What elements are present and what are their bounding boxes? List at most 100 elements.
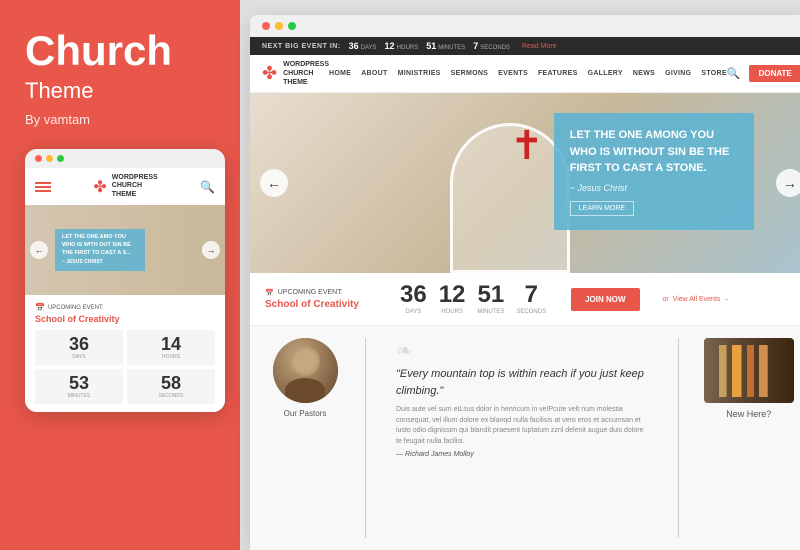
new-here-card: New Here? <box>699 338 799 538</box>
desktop-dot-green <box>288 22 296 30</box>
event-bar-minutes: 51 MINUTES <box>426 41 465 51</box>
quote-icon: ❧ <box>396 338 648 363</box>
pastor-photo-inner <box>273 338 338 403</box>
event-bar-seconds: 7 SECONDS <box>473 41 510 51</box>
nav-about[interactable]: ABOUT <box>361 70 387 77</box>
logo-icon: ✤ <box>262 63 277 84</box>
separator <box>365 338 366 538</box>
mobile-hero-attr: ~ Jesus Christ <box>62 259 138 266</box>
desktop-nav-right: 🔍 Donate <box>727 65 800 82</box>
countdown-section: 📅 UPCOMING EVENT: School of Creativity 3… <box>250 273 800 326</box>
desktop-mockup: NEXT BIG EVENT IN: 36 DAYS 12 HOURS 51 M… <box>250 15 800 550</box>
hero-learn-more-button[interactable]: LEARN MORE <box>570 201 634 216</box>
event-bar-label: NEXT BIG EVENT IN: <box>262 43 341 50</box>
search-icon[interactable]: 🔍 <box>727 67 741 80</box>
hero-attribution: ~ Jesus Christ <box>570 183 738 193</box>
countdown-hours: 12 HOURS <box>439 283 466 315</box>
pastor-card: Our Pastors <box>265 338 345 538</box>
donate-button[interactable]: Donate <box>749 65 800 82</box>
mobile-prev-arrow[interactable]: ← <box>30 241 48 259</box>
countdown-event-info: 📅 UPCOMING EVENT: School of Creativity <box>265 289 385 310</box>
nav-home[interactable]: HOME <box>329 70 351 77</box>
new-here-label: New Here? <box>726 409 771 419</box>
desktop-nav: ✤ WORDPRESSCHURCHTHEME HOME ABOUT MINIST… <box>250 55 800 93</box>
countdown-minutes: 51 MINUTES <box>477 283 504 315</box>
mobile-event-name: School of Creativity <box>35 314 215 324</box>
countdown-days: 36 DAYS <box>400 283 427 315</box>
pastor-label: Our Pastors <box>284 409 327 418</box>
calendar-icon: 📅 <box>35 303 45 312</box>
hamburger-icon[interactable] <box>35 182 51 192</box>
cross-icon: ✝ <box>510 123 544 169</box>
mobile-event-label: 📅 UPCOMING EVENT: <box>35 303 215 312</box>
mobile-countdown: 36 DAYS 14 HOURS 53 MINUTES 58 SECONDS <box>35 330 215 404</box>
logo-text: WORDPRESSCHURCHTHEME <box>283 60 329 87</box>
nav-events[interactable]: EVENTS <box>498 70 528 77</box>
mobile-mockup: ✤ WORDPRESSCHURCHTHEME 🔍 ← LET THE ONE A… <box>25 149 225 412</box>
mobile-logo: ✤ WORDPRESSCHURCHTHEME <box>93 174 157 199</box>
countdown-numbers: 36 DAYS 12 HOURS 51 MINUTES 7 SECONDS <box>400 283 546 315</box>
quote-body: Duis aute vel sum eILsus dolor in henric… <box>396 405 648 447</box>
nav-store[interactable]: STORE <box>701 70 727 77</box>
book-spine-4 <box>759 345 768 397</box>
books-photo <box>704 338 794 403</box>
mobile-hero: ← LET THE ONE AMO YOU WHO IS WITH OUT SI… <box>25 205 225 295</box>
mobile-dot-red <box>35 155 42 162</box>
nav-features[interactable]: FEATURES <box>538 70 578 77</box>
countdown-days: 36 DAYS <box>35 330 123 365</box>
hero-quote: LET THE ONE AMONG YOU WHO IS WITHOUT SIN… <box>570 127 738 177</box>
calendar-icon: 📅 <box>265 289 274 297</box>
separator-2 <box>678 338 679 538</box>
nav-gallery[interactable]: GALLERY <box>588 70 623 77</box>
nav-news[interactable]: NEWS <box>633 70 655 77</box>
mobile-hero-text-box: LET THE ONE AMO YOU WHO IS WITH OUT SIN … <box>55 229 145 271</box>
mobile-top-bar <box>25 149 225 168</box>
nav-sermons[interactable]: SERMONS <box>451 70 489 77</box>
view-all-events-link[interactable]: or View All Events → <box>663 296 730 303</box>
nav-giving[interactable]: GIVING <box>665 70 691 77</box>
countdown-minutes: 53 MINUTES <box>35 369 123 404</box>
hero-text-box: LET THE ONE AMONG YOU WHO IS WITHOUT SIN… <box>554 113 754 230</box>
mobile-nav: ✤ WORDPRESSCHURCHTHEME 🔍 <box>25 168 225 205</box>
content-section: Our Pastors ❧ "Every mountain top is wit… <box>250 326 800 550</box>
book-spine-2 <box>732 345 742 397</box>
pastor-photo <box>273 338 338 403</box>
event-bar: NEXT BIG EVENT IN: 36 DAYS 12 HOURS 51 M… <box>250 37 800 55</box>
left-panel: Church Theme By vamtam ✤ WORDPRESSCHURCH… <box>0 0 240 550</box>
mobile-dot-green <box>57 155 64 162</box>
join-now-button[interactable]: Join now <box>571 288 639 311</box>
hero-next-arrow[interactable]: → <box>776 169 800 197</box>
event-bar-read-more[interactable]: Read More <box>522 43 557 50</box>
desktop-logo: ✤ WORDPRESSCHURCHTHEME <box>262 60 329 87</box>
mobile-dot-yellow <box>46 155 53 162</box>
event-bar-hours: 12 HOURS <box>385 41 419 51</box>
page-subtitle: Theme <box>25 78 93 104</box>
author-label: By vamtam <box>25 112 90 127</box>
desktop-nav-links: HOME ABOUT MINISTRIES SERMONS EVENTS FEA… <box>329 70 727 77</box>
quote-text: "Every mountain top is within reach if y… <box>396 366 648 399</box>
quote-section: ❧ "Every mountain top is within reach if… <box>386 338 658 538</box>
book-spine-1 <box>719 345 727 397</box>
page-title: Church <box>25 30 172 72</box>
desktop-hero: ✝ ← LET THE ONE AMONG YOU WHO IS WITHOUT… <box>250 93 800 273</box>
mobile-hero-quote: LET THE ONE AMO YOU WHO IS WITH OUT SIN … <box>62 234 138 257</box>
quote-author: — Richard James Molloy <box>396 451 648 458</box>
countdown-event-name: School of Creativity <box>265 299 385 310</box>
right-panel: NEXT BIG EVENT IN: 36 DAYS 12 HOURS 51 M… <box>240 0 800 550</box>
nav-ministries[interactable]: MINISTRIES <box>398 70 441 77</box>
desktop-top-bar <box>250 15 800 37</box>
event-bar-days: 36 DAYS <box>349 41 377 51</box>
mobile-search-icon[interactable]: 🔍 <box>200 180 215 194</box>
countdown-seconds: 58 SECONDS <box>127 369 215 404</box>
countdown-seconds: 7 SECONDS <box>516 283 546 315</box>
desktop-dot-red <box>262 22 270 30</box>
logo-icon: ✤ <box>93 177 106 197</box>
mobile-next-arrow[interactable]: → <box>202 241 220 259</box>
view-all-text[interactable]: View All Events → <box>673 296 730 303</box>
mobile-event-section: 📅 UPCOMING EVENT: School of Creativity 3… <box>25 295 225 412</box>
countdown-event-label: 📅 UPCOMING EVENT: <box>265 289 385 297</box>
mobile-logo-text: WORDPRESSCHURCHTHEME <box>112 174 158 199</box>
book-spine-3 <box>747 345 754 397</box>
countdown-hours: 14 HOURS <box>127 330 215 365</box>
desktop-dot-yellow <box>275 22 283 30</box>
